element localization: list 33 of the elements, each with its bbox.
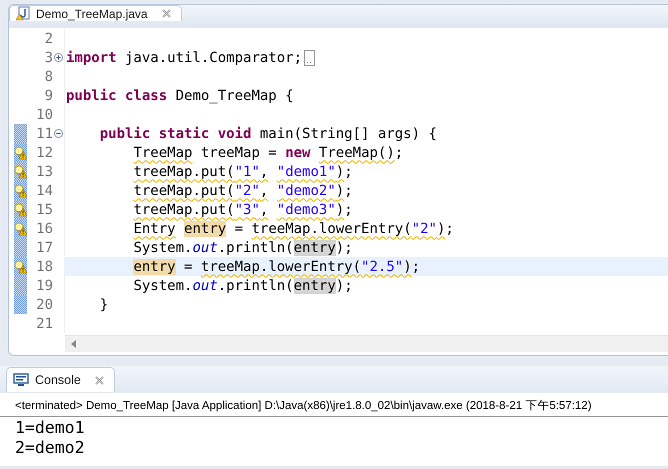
line-number: 15 xyxy=(35,202,53,218)
code-line: treeMap.put("3", "demo3"); xyxy=(133,202,353,218)
line-number: 13 xyxy=(35,164,53,180)
code-line: entry = treeMap.lowerEntry("2.5"); xyxy=(133,258,420,274)
line-number: 18 xyxy=(35,258,53,274)
console-output-line: 1=demo1 xyxy=(15,418,86,438)
code-line: public class Demo_TreeMap { xyxy=(66,88,294,104)
code-line: System.out.println(entry); xyxy=(133,240,353,256)
console-tab[interactable]: Console xyxy=(6,367,115,392)
line-number: 17 xyxy=(35,240,53,256)
line-number: 19 xyxy=(35,278,53,294)
line-number: 11 xyxy=(35,126,53,142)
line-number: 9 xyxy=(44,88,53,104)
code-line: System.out.println(entry); xyxy=(133,278,353,294)
code-line: import java.util.Comparator; xyxy=(66,50,302,66)
line-number: 16 xyxy=(35,220,53,236)
code-line: public static void main(String[] args) { xyxy=(100,126,437,142)
line-number: 20 xyxy=(35,296,53,312)
console-output-line: 2=demo2 xyxy=(15,438,86,458)
line-number: 8 xyxy=(44,68,53,84)
code-line: treeMap.put("2", "demo2"); xyxy=(133,182,353,198)
code-line: } xyxy=(100,296,108,312)
console-status: <terminated> Demo_TreeMap [Java Application] D:\Java(x86)\jre1.8.0_02\bin\javaw.exe (2018-8-21 下午5:57:12) xyxy=(0,393,668,417)
code-line: Entry entry = treeMap.lowerEntry("2"); xyxy=(133,220,454,236)
line-number: 12 xyxy=(35,144,53,160)
line-number: 2 xyxy=(44,30,53,46)
code-line: treeMap.put("1", "demo1"); xyxy=(133,164,353,180)
line-number: 10 xyxy=(35,106,53,122)
line-number: 21 xyxy=(35,316,53,332)
line-number: 3 xyxy=(44,50,53,66)
line-number: 14 xyxy=(35,182,53,198)
code-line: TreeMap treeMap = new TreeMap(); xyxy=(133,144,404,160)
file-tab[interactable]: Demo_TreeMap.java xyxy=(9,5,182,21)
